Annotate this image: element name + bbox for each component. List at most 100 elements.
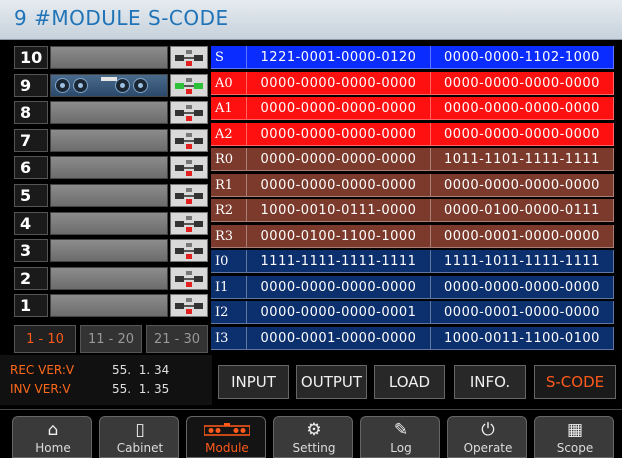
- code-label: I0: [211, 250, 247, 273]
- code-value-1: 1221-0001-0000-0120: [247, 46, 431, 69]
- code-row: R2 1000-0010-0111-0000 0000-0100-0000-0111: [211, 199, 614, 222]
- inv-version-value: 55. 1. 35: [112, 382, 170, 396]
- code-value-2: 0000-0000-0000-0000: [431, 122, 614, 146]
- code-row: I1 0000-0000-0000-0000 0000-0000-0000-0000: [211, 275, 614, 299]
- code-row: A2 0000-0000-0000-0000 0000-0000-0000-0000: [211, 122, 614, 146]
- code-value-2: 1000-0011-1100-0100: [431, 326, 614, 350]
- module-row[interactable]: 4: [14, 211, 208, 235]
- code-value-1: 0000-0000-0000-0000: [247, 97, 431, 120]
- module-indicator: [101, 76, 117, 81]
- nav-label: Home: [35, 441, 71, 455]
- code-row: R3 0000-0100-1100-1000 0000-0001-0000-0000: [211, 224, 614, 248]
- code-label: A0: [211, 71, 247, 95]
- s-code-table: S 1221-0001-0000-0120 0000-0000-1102-1000 A…: [211, 46, 614, 352]
- nav-home[interactable]: ⌂ Home: [12, 416, 92, 458]
- rec-version-value: 55. 1. 34: [112, 363, 170, 377]
- code-row: A1 0000-0000-0000-0000 0000-0000-0000-0000: [211, 97, 614, 120]
- rec-version-label: REC VER:V: [10, 363, 75, 377]
- module-row[interactable]: 8: [14, 101, 208, 125]
- module-number: 3: [14, 239, 48, 263]
- code-value-1: 0000-0000-0000-0001: [247, 301, 431, 324]
- module-row[interactable]: 10: [14, 46, 208, 69]
- code-value-2: 0000-0000-0000-0000: [431, 97, 614, 120]
- code-value-1: 0000-0000-0000-0000: [247, 71, 431, 95]
- module-row[interactable]: 3: [14, 239, 208, 263]
- module-row[interactable]: 9: [14, 73, 208, 97]
- module-page-tabs: 1 - 10 11 - 20 21 - 30: [14, 325, 208, 353]
- fan-icon: [115, 77, 130, 93]
- code-row: I0 1111-1111-1111-1111 1111-1011-1111-1111: [211, 250, 614, 273]
- page-tab[interactable]: 21 - 30: [146, 325, 208, 353]
- module-s-code-screen: 9 #MODULE S-CODE 10 9 8 7 6 5 4 3 2 1 1 - 10 11 - …: [0, 0, 622, 458]
- module-status-bar: [50, 239, 168, 263]
- page-tab[interactable]: 11 - 20: [80, 325, 142, 353]
- code-value-1: 0000-0000-0000-0000: [247, 122, 431, 146]
- code-label: R3: [211, 224, 247, 248]
- nav-cabinet[interactable]: ▯ Cabinet: [99, 416, 179, 458]
- code-row: A0 0000-0000-0000-0000 0000-0000-0000-0000: [211, 71, 614, 95]
- module-number: 9: [14, 73, 48, 97]
- nav-label: Log: [390, 441, 412, 455]
- inv-version: INV VER:V 55. 1. 35: [10, 382, 169, 396]
- nav-module[interactable]: Module: [186, 416, 266, 458]
- module-status-bar: [50, 211, 168, 235]
- nav-operate[interactable]: ⏻ Operate: [447, 416, 527, 458]
- code-label: I1: [211, 275, 247, 299]
- code-label: A2: [211, 122, 247, 146]
- log-icon: ✎: [393, 420, 409, 440]
- code-row: R1 0000-0000-0000-0000 0000-0000-0000-0000: [211, 173, 614, 197]
- module-number: 7: [14, 128, 48, 152]
- code-row: S 1221-0001-0000-0120 0000-0000-1102-1000: [211, 46, 614, 69]
- code-label: S: [211, 46, 247, 69]
- code-value-2: 0000-0100-0000-0111: [431, 199, 614, 222]
- code-value-2: 0000-0001-0000-0000: [431, 224, 614, 248]
- fan-icon: [55, 77, 70, 93]
- network-connection-icon: [170, 156, 208, 180]
- network-connection-icon: [170, 128, 208, 152]
- module-row[interactable]: 5: [14, 184, 208, 207]
- fan-icon: [73, 77, 88, 93]
- code-label: I3: [211, 326, 247, 350]
- power-icon: ⏻: [481, 420, 495, 440]
- code-label: R2: [211, 199, 247, 222]
- cabinet-icon: ▯: [135, 420, 145, 440]
- code-label: A1: [211, 97, 247, 120]
- code-value-2: 0000-0001-0000-0000: [431, 301, 614, 324]
- nav-scope[interactable]: ▦ Scope: [534, 416, 614, 458]
- nav-setting[interactable]: ⚙ Setting: [273, 416, 353, 458]
- code-row: I3 0000-0001-0000-0000 1000-0011-1100-0100: [211, 326, 614, 350]
- code-value-1: 0000-0000-0000-0000: [247, 173, 431, 197]
- module-number: 8: [14, 101, 48, 125]
- nav-log[interactable]: ✎ Log: [360, 416, 440, 458]
- module-row[interactable]: 7: [14, 128, 208, 152]
- module-status-bar: [50, 46, 168, 69]
- output-button[interactable]: OUTPUT: [296, 365, 367, 399]
- module-row[interactable]: 6: [14, 156, 208, 180]
- module-number: 10: [14, 46, 48, 69]
- page-tab[interactable]: 1 - 10: [14, 325, 76, 353]
- module-number: 2: [14, 266, 48, 290]
- s-code-button[interactable]: S-CODE: [534, 365, 616, 399]
- module-row[interactable]: 1: [14, 294, 208, 318]
- module-fans: [53, 76, 165, 94]
- code-value-1: 1111-1111-1111-1111: [247, 250, 431, 273]
- code-value-1: 0000-0000-0000-0000: [247, 275, 431, 299]
- code-value-2: 0000-0000-0000-0000: [431, 275, 614, 299]
- module-row[interactable]: 2: [14, 266, 208, 290]
- network-connection-icon: [170, 73, 208, 97]
- code-row: R0 0000-0000-0000-0000 1011-1101-1111-1111: [211, 148, 614, 171]
- module-status-bar: [50, 266, 168, 290]
- network-connection-icon: [170, 239, 208, 263]
- load-button[interactable]: LOAD: [374, 365, 445, 399]
- code-value-2: 0000-0000-0000-0000: [431, 173, 614, 197]
- info-button[interactable]: INFO.: [454, 365, 526, 399]
- module-list: 10 9 8 7 6 5 4 3 2 1: [14, 46, 208, 322]
- page-title: 9 #MODULE S-CODE: [14, 6, 229, 30]
- code-row: I2 0000-0000-0000-0001 0000-0001-0000-0000: [211, 301, 614, 324]
- input-button[interactable]: INPUT: [218, 365, 289, 399]
- bottom-nav-bar: ⌂ Home ▯ Cabinet Module ⚙ Setting ✎ Log ⏻ Operate ▦…: [0, 409, 622, 458]
- code-value-2: 0000-0000-0000-0000: [431, 71, 614, 95]
- nav-label: Setting: [292, 441, 336, 455]
- module-icon: [187, 420, 267, 440]
- module-status-bar: [50, 294, 168, 318]
